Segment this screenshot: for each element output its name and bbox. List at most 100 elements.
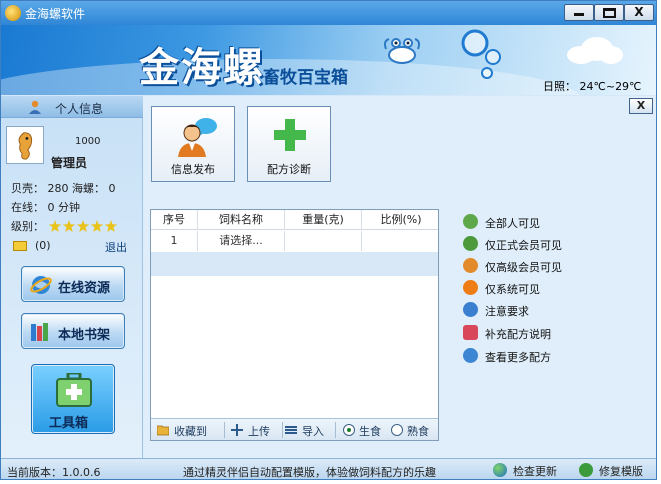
toolbox-icon xyxy=(56,373,92,407)
col-feed-name: 饲料名称 xyxy=(198,210,285,230)
table-row-selected[interactable] xyxy=(151,252,438,276)
ie-globe-icon xyxy=(30,276,52,294)
brand-title: 金海螺 xyxy=(139,44,265,91)
user-id: 1000 xyxy=(75,136,101,147)
radio-empty-icon xyxy=(391,424,403,436)
app-logo-icon xyxy=(5,5,21,21)
cell-ratio[interactable] xyxy=(362,231,440,251)
logout-link[interactable]: 退出 xyxy=(105,239,127,255)
check-shield-icon xyxy=(579,463,593,477)
maximize-icon xyxy=(603,8,616,18)
local-bookshelf-button[interactable]: 本地书架 xyxy=(21,313,125,349)
upload-button[interactable]: 上传 xyxy=(231,422,279,438)
version-label: 当前版本：1.0.0.6 xyxy=(7,466,101,479)
favorite-button[interactable]: 收藏到 xyxy=(157,422,219,438)
publish-info-label: 信息发布 xyxy=(171,163,215,176)
star-icon xyxy=(63,220,75,232)
brand-subtitle: 畜牧百宝箱 xyxy=(263,68,348,88)
table-row[interactable]: 1 请选择... xyxy=(151,231,438,251)
toolbox-button[interactable]: 工具箱 xyxy=(31,364,115,434)
online-resources-label: 在线资源 xyxy=(58,281,111,296)
col-index: 序号 xyxy=(151,210,198,230)
check-update-button[interactable]: 检查更新 xyxy=(493,462,573,478)
col-weight: 重量(克) xyxy=(285,210,362,230)
option-label: 仅高级会员可见 xyxy=(485,261,562,274)
mail-icon[interactable] xyxy=(13,241,27,251)
app-window: 金海螺软件 X 金海螺 畜牧百宝箱 日照： 24℃~29℃ 个人信息 1000 … xyxy=(0,0,657,480)
edit-icon xyxy=(463,325,478,340)
user-name: 管理员 xyxy=(51,156,88,170)
crab-icon xyxy=(384,38,420,64)
formula-diagnosis-button[interactable]: 配方诊断 xyxy=(247,106,331,182)
import-button[interactable]: 导入 xyxy=(285,422,331,438)
local-bookshelf-label: 本地书架 xyxy=(58,328,111,343)
formula-table: 序号 饲料名称 重量(克) 比例(%) 1 请选择... 收藏到 上传 导入 生… xyxy=(150,209,439,441)
star-icon xyxy=(77,220,89,232)
publish-info-button[interactable]: 信息发布 xyxy=(151,106,235,182)
toolbox-label: 工具箱 xyxy=(49,416,89,431)
cell-weight[interactable] xyxy=(285,231,362,251)
left-sidebar: 个人信息 1000 管理员 贝壳： 280 海螺： 0 在线： 0 分钟 级别：… xyxy=(1,96,143,458)
status-bar: 当前版本：1.0.0.6 通过精灵伴侣自动配置模版，体验做饲料配方的乐趣 检查更… xyxy=(1,458,656,479)
online-resources-button[interactable]: 在线资源 xyxy=(21,266,125,302)
star-icon xyxy=(105,220,117,232)
cloud-icon xyxy=(567,37,623,64)
check-update-label: 检查更新 xyxy=(513,465,557,478)
cooked-food-label: 熟食 xyxy=(407,425,429,438)
toolbar-divider xyxy=(282,422,283,438)
cell-feed-name[interactable]: 请选择... xyxy=(198,231,285,251)
alert-icon xyxy=(463,280,478,295)
main-panel: X 信息发布 配方诊断 序号 饲料名称 重量(克) 比例(%) 1 请选择...… xyxy=(143,96,656,458)
profile-header: 个人信息 xyxy=(1,96,143,118)
favorite-label: 收藏到 xyxy=(174,425,207,438)
raw-food-label: 生食 xyxy=(359,425,381,438)
table-toolbar: 收藏到 上传 导入 生食 熟食 xyxy=(151,418,438,440)
folder-icon xyxy=(157,425,169,436)
banner: 金海螺 畜牧百宝箱 日照： 24℃~29℃ xyxy=(1,25,656,95)
maximize-button[interactable] xyxy=(594,4,624,21)
option-label: 仅正式会员可见 xyxy=(485,239,562,252)
formula-diagnosis-label: 配方诊断 xyxy=(267,163,311,176)
person-speech-icon xyxy=(178,118,217,157)
window-title: 金海螺软件 xyxy=(25,7,86,21)
option-label: 全部人可见 xyxy=(485,217,540,230)
globe-icon xyxy=(493,463,507,477)
check-circle-icon xyxy=(463,214,478,229)
cooked-food-radio[interactable]: 熟食 xyxy=(391,422,437,438)
avatar[interactable] xyxy=(6,126,44,164)
option-label: 补充配方说明 xyxy=(485,328,551,341)
import-label: 导入 xyxy=(302,425,324,438)
star-icon xyxy=(91,220,103,232)
col-ratio: 比例(%) xyxy=(380,213,422,226)
upload-label: 上传 xyxy=(248,425,270,438)
option-label: 查看更多配方 xyxy=(485,351,551,364)
repair-template-label: 修复模版 xyxy=(599,465,643,478)
toolbar-divider xyxy=(224,422,225,438)
user-orange-icon xyxy=(463,258,478,273)
title-bar: 金海螺软件 X xyxy=(1,1,656,25)
list-icon xyxy=(285,426,297,434)
toolbar-divider xyxy=(335,422,336,438)
radio-selected-icon xyxy=(343,424,355,436)
online-time: 在线： 0 分钟 xyxy=(11,201,80,214)
books-icon xyxy=(31,323,48,341)
raw-food-radio[interactable]: 生食 xyxy=(343,422,389,438)
minimize-button[interactable] xyxy=(564,4,594,21)
option-label: 注意要求 xyxy=(485,305,529,318)
close-button[interactable]: X xyxy=(624,4,654,21)
repair-template-button[interactable]: 修复模版 xyxy=(579,462,655,478)
shell-count: 贝壳： 280 海螺： 0 xyxy=(11,182,116,195)
profile-header-label: 个人信息 xyxy=(55,102,104,116)
table-header: 序号 饲料名称 重量(克) 比例(%) xyxy=(151,210,438,230)
option-label: 仅系统可见 xyxy=(485,283,540,296)
panel-close-button[interactable]: X xyxy=(629,98,653,114)
search-icon xyxy=(463,348,478,363)
level-label: 级别： xyxy=(11,220,44,233)
user-icon xyxy=(29,100,41,114)
plus-icon xyxy=(274,119,306,151)
mail-count[interactable]: (0) xyxy=(35,239,51,252)
status-tip: 通过精灵伴侣自动配置模版，体验做饲料配方的乐趣 xyxy=(183,466,436,479)
help-icon xyxy=(463,302,478,317)
user-green-icon xyxy=(463,236,478,251)
weather-readout: 日照： 24℃~29℃ xyxy=(543,80,642,93)
